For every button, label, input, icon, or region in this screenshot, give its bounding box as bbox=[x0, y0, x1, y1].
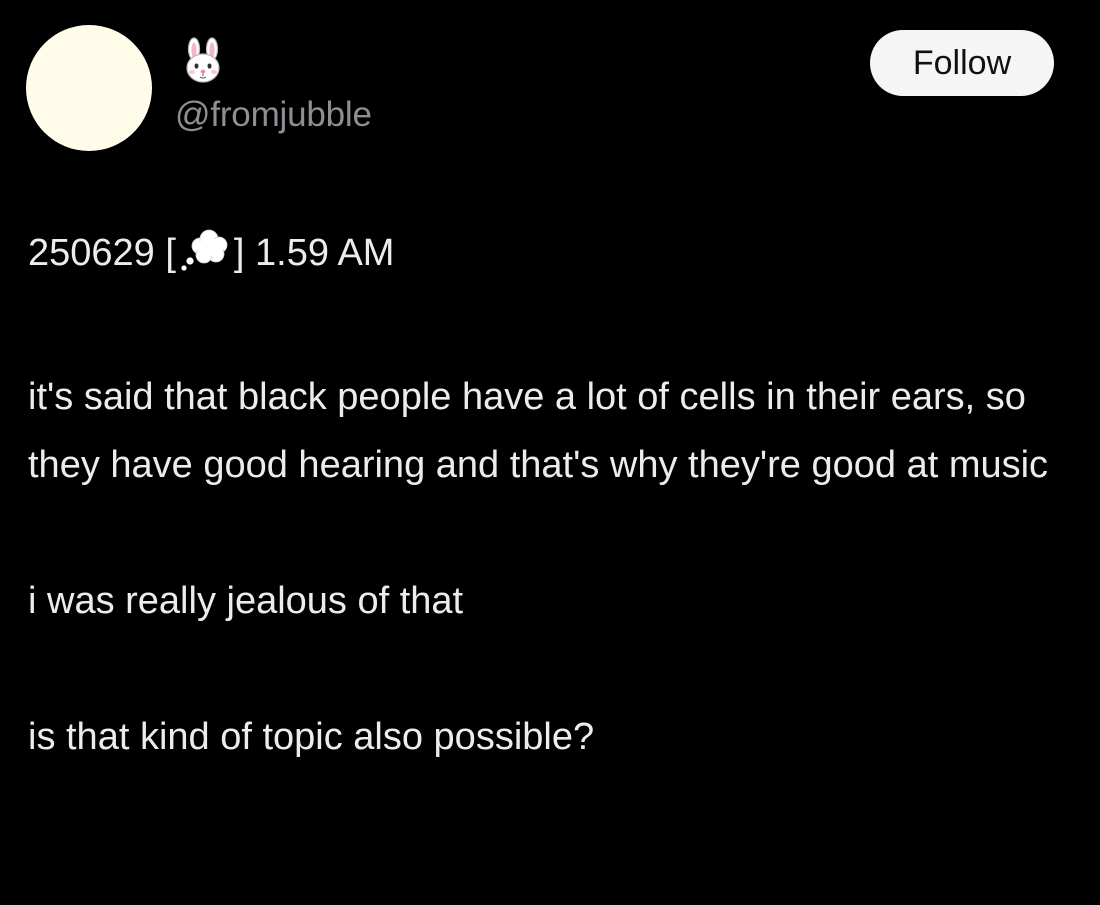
author-handle[interactable]: @fromjubble bbox=[175, 93, 372, 137]
post-dateline: 250629 [ ] 1.59 AM bbox=[28, 228, 394, 278]
post-body: it's said that black people have a lot o… bbox=[28, 363, 1078, 771]
thought-balloon-icon bbox=[176, 228, 234, 274]
post-paragraph: is that kind of topic also possible? bbox=[28, 716, 595, 758]
post-paragraph: it's said that black people have a lot o… bbox=[28, 376, 1049, 486]
post-card: @fromjubble Follow 250629 [ ] 1.59 AM it… bbox=[0, 0, 1100, 905]
post-date: 250629 [ bbox=[28, 232, 176, 274]
rabbit-face-icon bbox=[178, 36, 228, 86]
post-time: ] 1.59 AM bbox=[233, 232, 395, 274]
post-paragraph: i was really jealous of that bbox=[28, 580, 464, 622]
avatar[interactable] bbox=[26, 25, 152, 151]
follow-button[interactable]: Follow bbox=[870, 30, 1054, 96]
